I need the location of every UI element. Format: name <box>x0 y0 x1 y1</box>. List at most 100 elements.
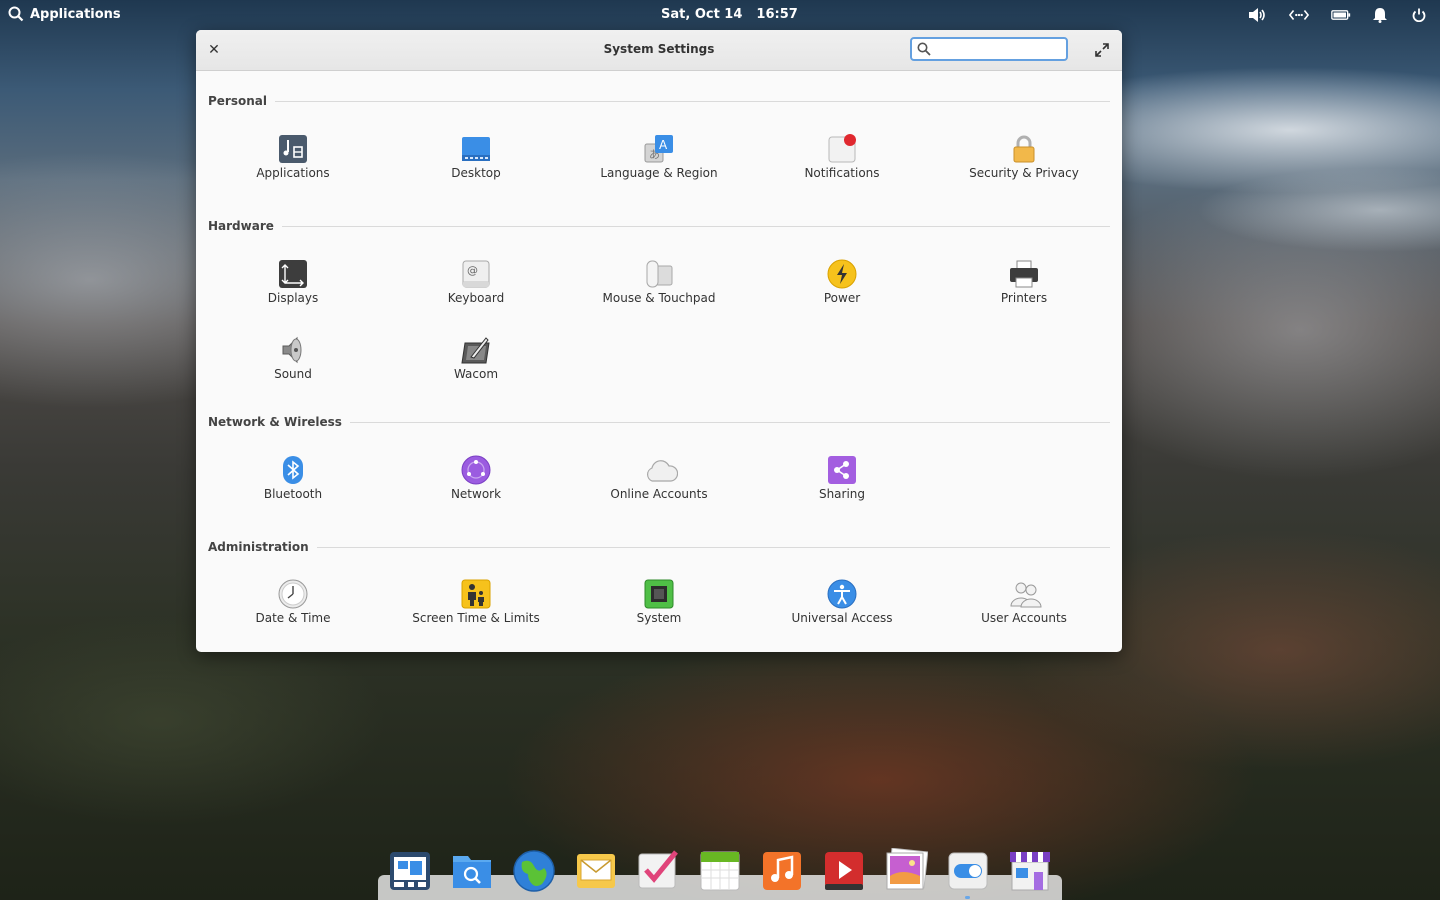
plug-printers[interactable]: Printers <box>944 259 1104 315</box>
appcenter-icon[interactable] <box>1008 848 1052 892</box>
music-icon[interactable] <box>760 848 804 892</box>
item-label: Desktop <box>451 166 501 180</box>
globe-icon <box>461 455 491 485</box>
language-icon: あA <box>644 134 674 164</box>
divider <box>349 421 1110 423</box>
section-personal: Personal <box>208 91 1110 111</box>
plug-screen-time-limits[interactable]: Screen Time & Limits <box>396 579 556 635</box>
power-icon <box>827 259 857 289</box>
display-icon <box>278 259 308 289</box>
item-label: Wacom <box>453 367 499 381</box>
system-settings-icon[interactable] <box>946 848 990 892</box>
bluetooth-icon <box>278 455 308 485</box>
section-network-wireless: Network & Wireless <box>208 412 1110 432</box>
section-title: Network & Wireless <box>208 415 342 429</box>
applications-label: Applications <box>30 6 121 22</box>
tablet-icon <box>461 335 491 365</box>
plug-power[interactable]: Power <box>762 259 922 315</box>
item-label: Notifications <box>804 166 880 180</box>
files-icon[interactable] <box>450 848 494 892</box>
item-label: Printers <box>1000 291 1048 305</box>
plug-sound[interactable]: Sound <box>213 335 373 391</box>
search-input[interactable] <box>936 41 1064 59</box>
plug-date-time[interactable]: Date & Time <box>213 579 373 635</box>
clock-icon <box>278 579 308 609</box>
date-text: Sat, Oct 14 <box>661 7 743 22</box>
plug-network[interactable]: Network <box>396 455 556 511</box>
keyboard-icon: @ <box>461 259 491 289</box>
divider <box>316 546 1110 548</box>
plug-mouse-touchpad[interactable]: Mouse & Touchpad <box>579 259 739 315</box>
item-label: Language & Region <box>600 166 718 180</box>
plug-universal-access[interactable]: Universal Access <box>762 579 922 635</box>
notifications-icon[interactable] <box>1370 6 1390 24</box>
multitasking-view-icon[interactable] <box>388 848 432 892</box>
item-label: Security & Privacy <box>969 166 1079 180</box>
section-title: Personal <box>208 94 267 108</box>
plug-applications[interactable]: Applications <box>213 134 373 190</box>
calendar-icon[interactable] <box>698 848 742 892</box>
item-label: Network <box>450 487 502 501</box>
section-administration: Administration <box>208 537 1110 557</box>
plug-user-accounts[interactable]: User Accounts <box>944 579 1104 635</box>
volume-icon[interactable] <box>1247 6 1267 24</box>
applications-menu[interactable]: Applications <box>8 6 121 22</box>
svg-text:A: A <box>659 138 668 152</box>
network-icon[interactable] <box>1289 6 1309 24</box>
system-settings-window: ✕ System Settings Personal Applications … <box>196 30 1122 652</box>
item-label: Universal Access <box>791 611 893 625</box>
item-label: Sharing <box>818 487 866 501</box>
section-hardware: Hardware <box>208 216 1110 236</box>
users-icon <box>1009 579 1042 609</box>
plug-notifications[interactable]: Notifications <box>762 134 922 190</box>
plug-wacom[interactable]: Wacom <box>396 335 556 391</box>
plug-system[interactable]: System <box>579 579 739 635</box>
plug-sharing[interactable]: Sharing <box>762 455 922 511</box>
plug-online-accounts[interactable]: Online Accounts <box>579 455 739 511</box>
item-label: Screen Time & Limits <box>412 611 540 625</box>
section-title: Administration <box>208 540 309 554</box>
plug-displays[interactable]: Displays <box>213 259 373 315</box>
notifications-icon <box>827 134 857 164</box>
plug-language-region[interactable]: あA Language & Region <box>579 134 739 190</box>
titlebar: ✕ System Settings <box>196 30 1122 71</box>
top-panel: Applications Sat, Oct 14 16:57 <box>0 0 1440 30</box>
item-label: Power <box>823 291 861 305</box>
maximize-button[interactable] <box>1094 42 1110 58</box>
share-icon <box>827 455 857 485</box>
item-label: Date & Time <box>255 611 331 625</box>
search-field[interactable] <box>910 37 1068 61</box>
running-indicator <box>965 896 970 899</box>
applications-icon <box>278 134 308 164</box>
plug-security-privacy[interactable]: Security & Privacy <box>944 134 1104 190</box>
tasks-icon[interactable] <box>636 848 680 892</box>
mouse-icon <box>644 259 674 289</box>
plug-bluetooth[interactable]: Bluetooth <box>213 455 373 511</box>
videos-icon[interactable] <box>822 848 866 892</box>
item-label: Displays <box>267 291 319 305</box>
speaker-icon <box>278 335 308 365</box>
item-label: Sound <box>274 367 312 381</box>
search-icon <box>8 6 24 22</box>
parental-controls-icon <box>461 579 491 609</box>
accessibility-icon <box>827 579 857 609</box>
photos-icon[interactable] <box>884 847 929 892</box>
mail-icon[interactable] <box>574 848 618 892</box>
plug-keyboard[interactable]: @ Keyboard <box>396 259 556 315</box>
power-icon[interactable] <box>1409 6 1429 24</box>
item-label: Applications <box>256 166 330 180</box>
plug-desktop[interactable]: Desktop <box>396 134 556 190</box>
section-title: Hardware <box>208 219 274 233</box>
datetime-indicator[interactable]: Sat, Oct 14 16:57 <box>661 7 812 22</box>
divider <box>275 100 1110 102</box>
battery-icon[interactable] <box>1331 6 1351 24</box>
item-label: Bluetooth <box>263 487 323 501</box>
search-icon <box>917 42 931 56</box>
time-text: 16:57 <box>756 7 798 22</box>
printer-icon <box>1009 259 1039 289</box>
cloud-icon <box>644 455 679 485</box>
web-browser-icon[interactable] <box>512 848 556 892</box>
item-label: System <box>636 611 682 625</box>
item-label: User Accounts <box>981 611 1067 625</box>
item-label: Mouse & Touchpad <box>602 291 716 305</box>
